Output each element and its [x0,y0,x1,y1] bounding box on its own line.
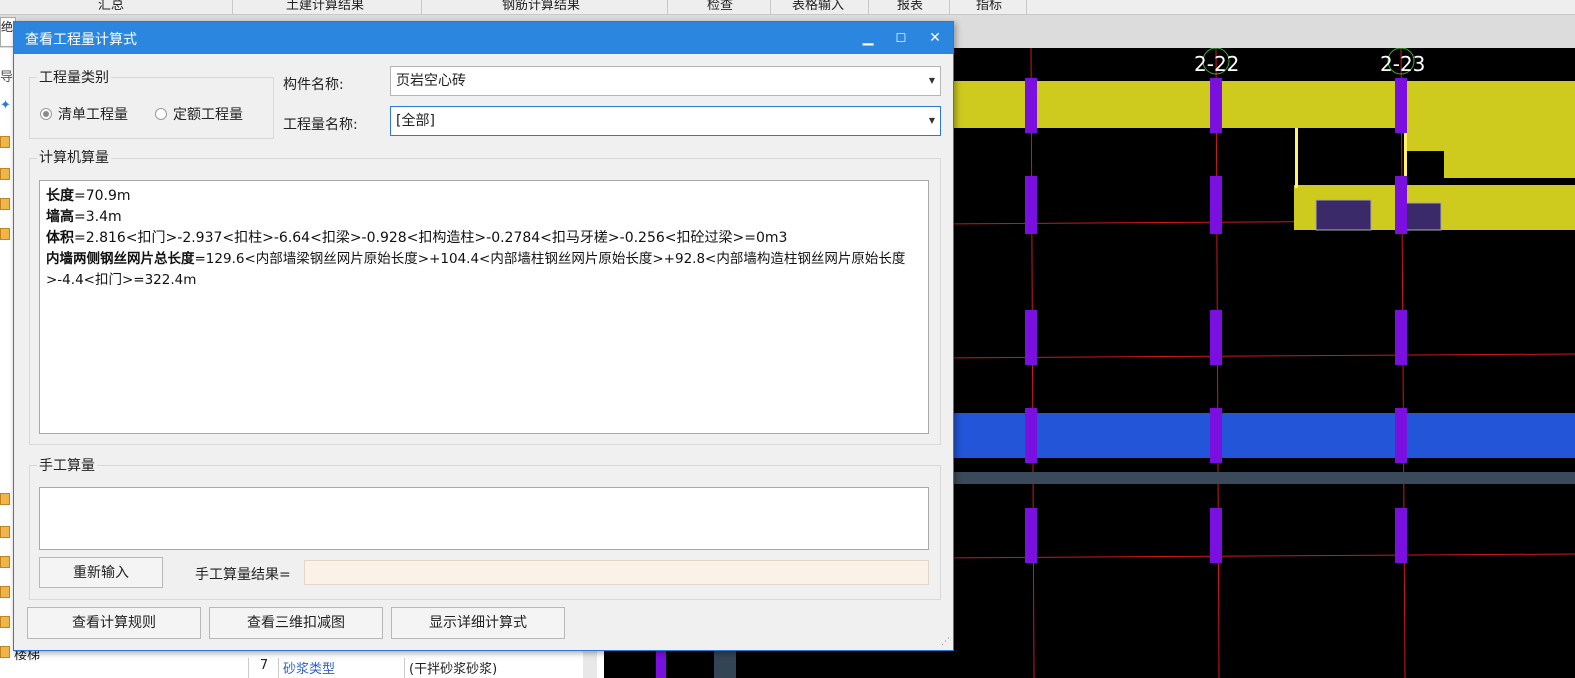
menu-report[interactable]: 报表 [893,0,927,13]
axis-label-2-23: 2-23 [1380,52,1425,76]
manual-result-field[interactable] [304,560,929,585]
folder-icon[interactable] [0,586,10,598]
minimize-button[interactable]: ▁ [857,27,879,49]
grid-property-value[interactable]: (干拌砂浆砂浆) [404,658,579,678]
menu-separator [949,0,950,14]
radio-quota-quantity-label: 定额工程量 [173,107,243,123]
menu-civil-results[interactable]: 土建计算结果 [282,0,368,13]
calc-line-wall-height: 墙高=3.4m [46,207,922,228]
quantity-name-select[interactable]: [全部] ▼ [390,106,941,136]
calculation-dialog: 查看工程量计算式 ▁ ☐ ✕ 工程量类别 清单工程量 定额工程量 构件名称: 页… [13,21,954,651]
radio-quota-quantity[interactable]: 定额工程量 [155,104,243,124]
folder-icon[interactable] [0,526,10,538]
menu-separator [232,0,233,14]
menu-separator [667,0,668,14]
menu-rebar-results[interactable]: 钢筋计算结果 [498,0,584,13]
folder-icon[interactable] [0,616,10,628]
calc-key: 长度 [46,188,74,204]
menu-separator [421,0,422,14]
radio-unselected-icon [155,108,167,120]
calc-expr: =70.9m [74,188,131,204]
menu-separator [770,0,771,14]
reenter-button[interactable]: 重新输入 [39,557,163,588]
chevron-down-icon: ▼ [928,116,935,125]
close-button[interactable]: ✕ [924,27,946,49]
radio-bill-quantity[interactable]: 清单工程量 [40,104,128,124]
calc-key: 体积 [46,230,74,246]
folder-icon[interactable] [0,493,10,505]
menu-separator [868,0,869,14]
component-name-value: 页岩空心砖 [396,73,466,89]
menu-check[interactable]: 检查 [703,0,737,13]
radio-selected-icon [40,108,52,120]
computer-calc-group-label: 计算机算量 [37,147,111,167]
left-panel-label: 导 [0,70,14,85]
calc-line-mesh-length: 内墙两侧钢丝网片总长度=129.6<内部墙梁钢丝网片原始长度>+104.4<内部… [46,249,922,291]
folder-icon[interactable] [0,198,10,210]
calc-expr: =3.4m [74,209,122,225]
quantity-type-group-label: 工程量类别 [37,67,111,87]
menu-separator [1026,0,1027,14]
maximize-button[interactable]: ☐ [890,27,912,49]
dialog-titlebar[interactable]: 查看工程量计算式 ▁ ☐ ✕ [14,22,953,54]
manual-calc-textarea[interactable] [39,487,929,550]
quantity-name-label: 工程量名称: [283,117,358,133]
grid-row-number: 7 [248,658,279,678]
folder-icon[interactable] [0,556,10,568]
view-rules-button[interactable]: 查看计算规则 [27,607,201,639]
view-3d-deduction-button[interactable]: 查看三维扣减图 [209,607,383,639]
computer-calc-textarea[interactable]: 长度=70.9m 墙高=3.4m 体积=2.816<扣门>-2.937<扣柱>-… [39,180,929,434]
document-tab-label: 绝 [1,20,14,34]
folder-icon[interactable] [0,136,10,148]
property-grid-row: 7 砂浆类型 (干拌砂浆砂浆) [248,650,578,678]
calc-expr: =2.816<扣门>-2.937<扣柱>-6.64<扣梁>-0.928<扣构造柱… [74,230,788,246]
grid-property-name[interactable]: 砂浆类型 [278,658,405,678]
calc-key: 墙高 [46,209,74,225]
folder-icon[interactable] [0,228,10,240]
axis-label-2-22: 2-22 [1194,52,1239,76]
menu-index[interactable]: 指标 [972,0,1006,13]
component-name-select[interactable]: 页岩空心砖 ▼ [390,66,941,96]
manual-calc-group-label: 手工算量 [37,455,97,475]
radio-bill-quantity-label: 清单工程量 [58,107,128,123]
menu-summary[interactable]: 汇总 [94,0,128,13]
main-menubar: 汇总 土建计算结果 钢筋计算结果 检查 表格输入 报表 指标 [0,0,1575,15]
chevron-down-icon: ▼ [928,76,935,85]
calc-line-volume: 体积=2.816<扣门>-2.937<扣柱>-6.64<扣梁>-0.928<扣构… [46,228,922,249]
menu-table-input[interactable]: 表格输入 [788,0,848,13]
folder-icon[interactable] [0,646,10,658]
pin-icon[interactable]: ✦ [0,98,11,113]
calc-line-length: 长度=70.9m [46,186,922,207]
component-name-label: 构件名称: [283,77,344,93]
manual-result-label: 手工算量结果= [195,567,291,583]
quantity-name-value: [全部] [396,113,435,129]
resize-grip-icon[interactable]: ⋰ [941,637,950,647]
dialog-title: 查看工程量计算式 [25,32,137,48]
folder-icon[interactable] [0,168,10,180]
show-detail-formula-button[interactable]: 显示详细计算式 [391,607,565,639]
calc-key: 内墙两侧钢丝网片总长度 [46,251,195,267]
